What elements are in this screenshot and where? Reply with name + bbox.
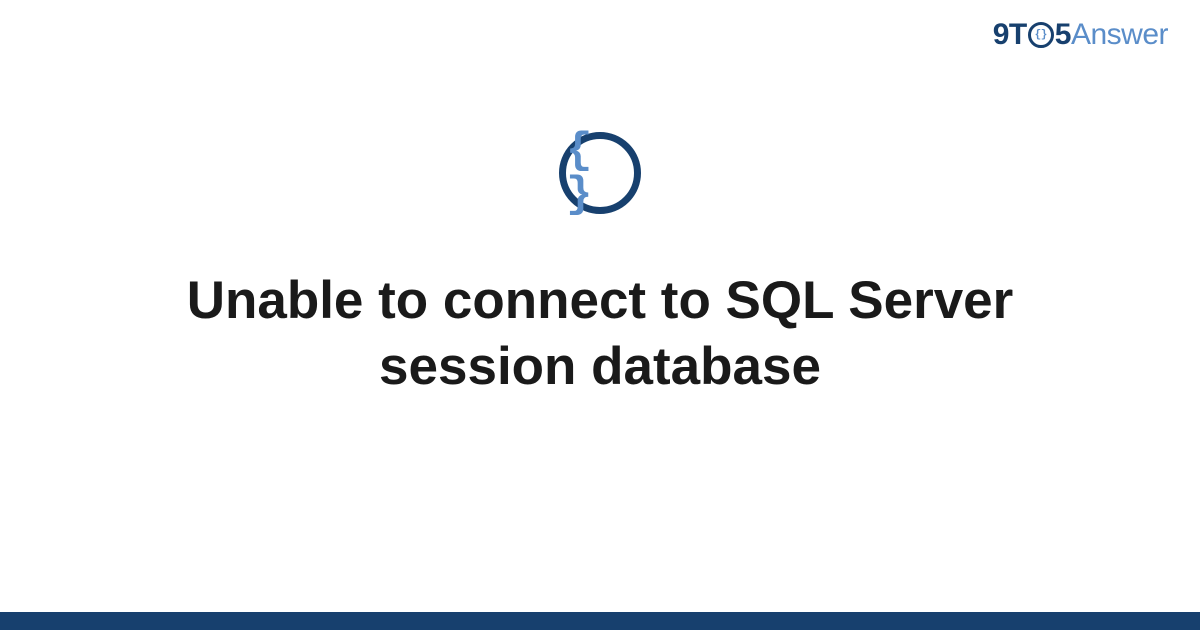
footer-bar <box>0 612 1200 630</box>
logo-text-5: 5 <box>1055 18 1071 52</box>
logo-text-9t: 9T <box>993 18 1027 52</box>
logo-text-answer: Answer <box>1071 18 1168 52</box>
main-content: { } Unable to connect to SQL Server sess… <box>0 132 1200 401</box>
braces-glyph: { } <box>566 129 634 217</box>
code-braces-icon: { } <box>559 132 641 214</box>
logo-o-ring: {} <box>1028 22 1054 48</box>
site-logo: 9T {} 5 Answer <box>993 18 1168 52</box>
logo-o-icon: {} <box>1028 22 1054 48</box>
page-title: Unable to connect to SQL Server session … <box>90 268 1110 401</box>
logo-o-braces: {} <box>1035 30 1047 41</box>
